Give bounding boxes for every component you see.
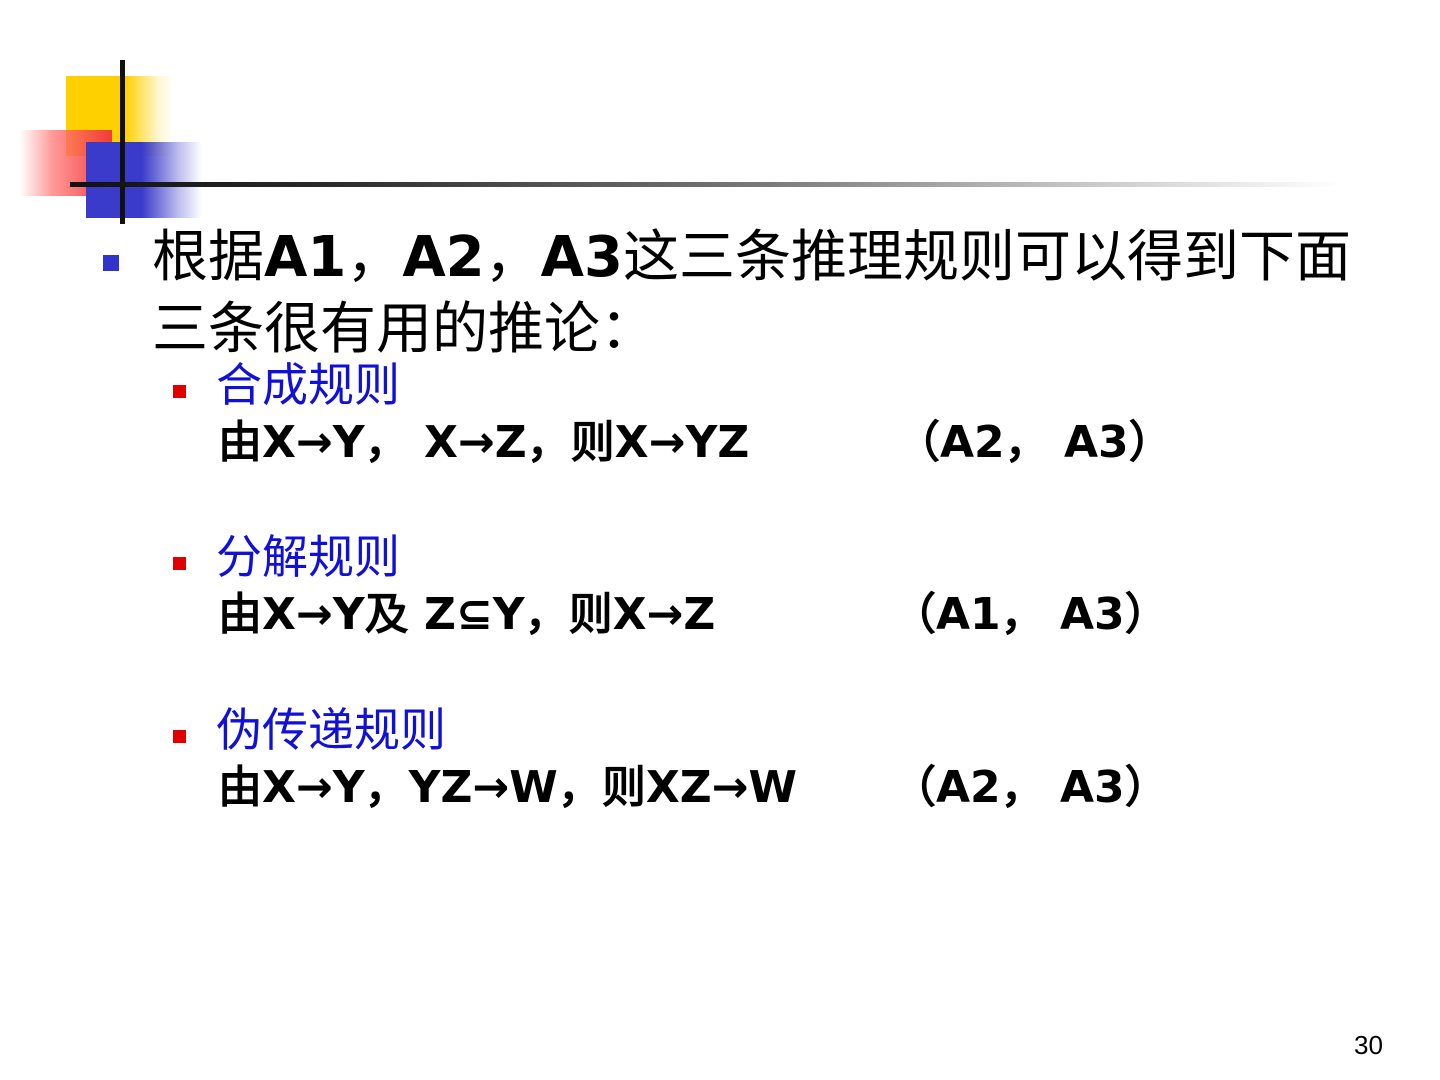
rule-title-union: 合成规则 — [216, 358, 400, 412]
rule-reference-union: （A2， A3） — [896, 417, 1173, 468]
intro-sep1: ， — [346, 225, 403, 290]
sub-bullet-icon — [173, 385, 186, 398]
rule-reference-pseudo-transitivity: （A2， A3） — [892, 762, 1169, 813]
rule-statement-decomposition: 由X→Y及 Z⊆Y，则X→Z — [218, 589, 716, 640]
page-number: 30 — [1354, 1030, 1383, 1060]
rule-title-pseudo-transitivity: 伪传递规则 — [216, 703, 446, 757]
intro-text-line2: 三条很有用的推论： — [152, 297, 656, 362]
rule-statement-union: 由X→Y， X→Z，则X→YZ — [218, 417, 750, 468]
intro-text-part2: 这三条推理规则可以得到下面 — [622, 225, 1351, 290]
main-bullet-icon — [103, 255, 119, 271]
rule-statement-pseudo-transitivity: 由X→Y，YZ→W，则XZ→W — [218, 762, 798, 813]
intro-a3: A3 — [540, 225, 623, 290]
sub-bullet-icon — [173, 730, 186, 743]
intro-a1: A1 — [264, 225, 347, 290]
intro-a2: A2 — [402, 225, 485, 290]
intro-sep2: ， — [484, 225, 541, 290]
rule-title-decomposition: 分解规则 — [216, 530, 400, 584]
vertical-rule-line — [120, 60, 125, 224]
intro-text-part1: 根据 — [152, 225, 264, 290]
sub-bullet-icon — [173, 557, 186, 570]
blue-square-decoration — [86, 142, 202, 218]
title-divider-line — [70, 182, 1340, 187]
header-decoration — [0, 0, 1440, 240]
rule-reference-decomposition: （A1， A3） — [892, 589, 1169, 640]
intro-paragraph: 根据A1，A2，A3这三条推理规则可以得到下面 三条很有用的推论： — [152, 222, 1352, 366]
